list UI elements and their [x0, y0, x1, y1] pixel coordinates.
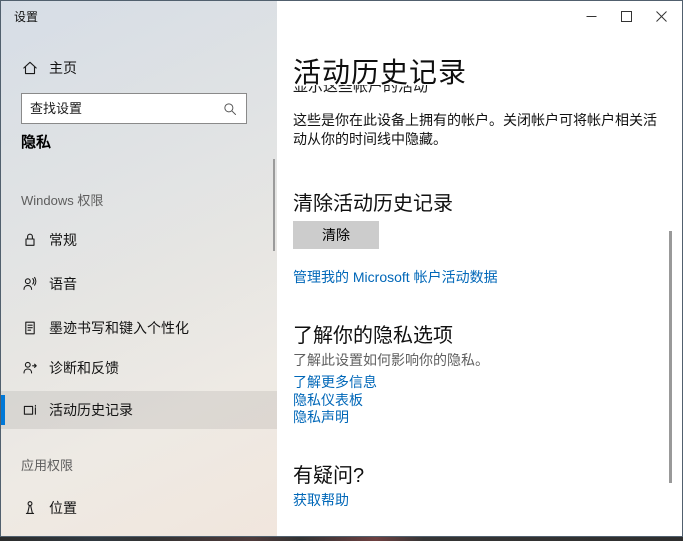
privacy-options-description: 了解此设置如何影响你的隐私。 [293, 350, 489, 370]
section-header-windows-permissions: Windows 权限 [21, 190, 103, 209]
lock-icon [22, 232, 38, 248]
activity-history-icon [22, 402, 38, 418]
sidebar-item-label: 位置 [49, 498, 77, 518]
sidebar-item-activity-history[interactable]: 活动历史记录 [1, 391, 277, 429]
location-icon [22, 500, 38, 516]
sidebar-scrollbar[interactable] [273, 159, 275, 251]
minimize-button[interactable] [574, 1, 609, 31]
learn-more-link[interactable]: 了解更多信息 [293, 372, 377, 392]
get-help-link[interactable]: 获取帮助 [293, 490, 349, 510]
window-title: 设置 [14, 8, 38, 25]
clear-section-heading: 清除活动历史记录 [293, 187, 453, 216]
intro-text: 这些是你在此设备上拥有的帐户。关闭帐户可将帐户相关活动从你的时间线中隐藏。 [293, 111, 669, 150]
sidebar-item-diagnostics[interactable]: 诊断和反馈 [1, 349, 277, 387]
search-icon[interactable] [223, 102, 237, 116]
main-scrollbar[interactable] [669, 231, 672, 483]
clear-button[interactable]: 清除 [293, 221, 379, 249]
sidebar-item-location[interactable]: 位置 [1, 489, 277, 527]
sidebar-item-label: 主页 [49, 58, 77, 78]
sidebar-item-label: 诊断和反馈 [49, 358, 119, 378]
minimize-icon [586, 11, 597, 22]
settings-window: 设置 主页 隐私 Windows 权限 常规 [0, 0, 683, 537]
home-icon [22, 60, 38, 76]
main-pane: 活动历史记录 显示这些帐户的活动 这些是你在此设备上拥有的帐户。关闭帐户可将帐户… [277, 1, 682, 536]
inking-icon [22, 320, 38, 336]
sidebar-item-label: 活动历史记录 [49, 400, 133, 420]
manage-account-data-link[interactable]: 管理我的 Microsoft 帐户活动数据 [293, 267, 498, 287]
close-button[interactable] [644, 1, 679, 31]
category-title: 隐私 [21, 131, 51, 152]
questions-heading: 有疑问? [293, 459, 364, 488]
privacy-statement-link[interactable]: 隐私声明 [293, 407, 349, 427]
sidebar-item-inking[interactable]: 墨迹书写和键入个性化 [1, 309, 277, 347]
sidebar-item-speech[interactable]: 语音 [1, 265, 277, 303]
sidebar-item-label: 墨迹书写和键入个性化 [49, 318, 189, 338]
close-icon [656, 11, 667, 22]
sidebar-item-label: 常规 [49, 230, 77, 250]
sidebar-item-home[interactable]: 主页 [1, 49, 277, 87]
search-input[interactable] [22, 101, 223, 116]
settings-search[interactable] [21, 93, 247, 124]
window-controls [574, 1, 679, 31]
sidebar-item-general[interactable]: 常规 [1, 221, 277, 259]
privacy-options-heading: 了解你的隐私选项 [293, 319, 453, 348]
maximize-icon [621, 11, 632, 22]
taskbar-sliver [0, 537, 683, 541]
clipped-subtitle: 显示这些帐户的活动 [293, 85, 593, 97]
speech-icon [22, 276, 38, 292]
diagnostics-icon [22, 360, 38, 376]
sidebar-item-label: 语音 [49, 274, 77, 294]
section-header-app-permissions: 应用权限 [21, 455, 73, 474]
maximize-button[interactable] [609, 1, 644, 31]
sidebar: 设置 主页 隐私 Windows 权限 常规 [1, 1, 277, 536]
